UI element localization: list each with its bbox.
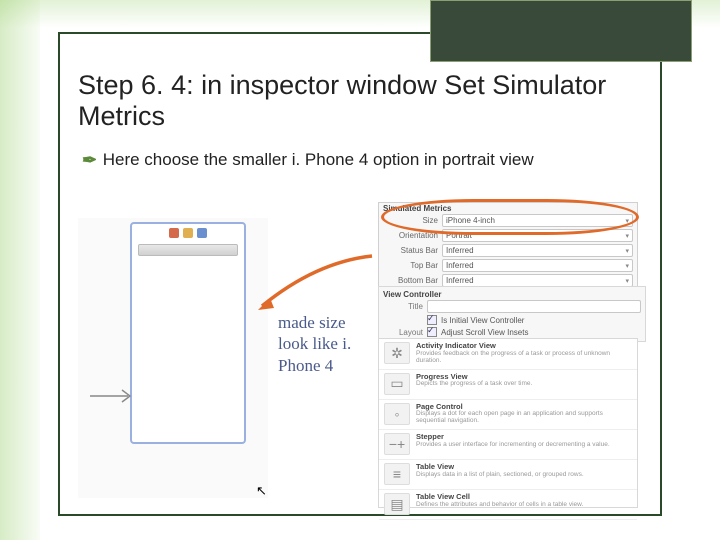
inspector-panel: Simulated Metrics Size iPhone 4-inch▾ Or…: [378, 200, 638, 505]
metric-row-size: Size iPhone 4-inch▾: [379, 213, 637, 228]
library-item[interactable]: ▭ Progress ViewDepicts the progress of a …: [379, 370, 637, 400]
vc-layout-row: Layout Adjust Scroll View Insets: [383, 326, 641, 338]
chevron-down-icon: ▾: [625, 217, 629, 225]
chevron-down-icon: ▾: [625, 247, 629, 255]
object-library: ✲ Activity Indicator ViewProvides feedbac…: [378, 338, 638, 508]
vc-title-row: Title: [383, 299, 641, 314]
bullet-text: Here choose the smaller i. Phone 4 optio…: [103, 150, 534, 169]
chevron-down-icon: ▾: [625, 232, 629, 240]
library-item[interactable]: ≡ Table ViewDisplays data in a list of pl…: [379, 460, 637, 490]
library-item-icon: −+: [384, 433, 410, 455]
library-item[interactable]: −+ StepperProvides a user interface for i…: [379, 430, 637, 460]
library-item[interactable]: ✲ Activity Indicator ViewProvides feedbac…: [379, 339, 637, 370]
simulated-metrics-section: Simulated Metrics Size iPhone 4-inch▾ Or…: [378, 202, 638, 289]
embedded-screenshot: made size look like i. Phone 4 Simulated…: [78, 200, 638, 505]
scene-icons: [169, 228, 207, 238]
library-item-icon: ▤: [384, 493, 410, 515]
section-header: Simulated Metrics: [383, 204, 633, 213]
chevron-down-icon: ▾: [625, 262, 629, 270]
size-dropdown[interactable]: iPhone 4-inch▾: [442, 214, 633, 227]
slide-header-shape: [430, 0, 692, 62]
adjust-insets-checkbox[interactable]: [427, 327, 437, 337]
nav-bar: [138, 244, 238, 256]
annotation-caption: made size look like i. Phone 4: [278, 312, 358, 376]
statusbar-dropdown[interactable]: Inferred▾: [442, 244, 633, 257]
bullet-item: ✒ Here choose the smaller i. Phone 4 opt…: [82, 150, 642, 171]
library-item-icon: ◦: [384, 403, 410, 425]
first-responder-icon: [183, 228, 193, 238]
vc-title-field[interactable]: [427, 300, 641, 313]
chevron-down-icon: ▾: [625, 277, 629, 285]
vc-initial-row: Is Initial View Controller: [383, 314, 641, 326]
slide-title: Step 6. 4: in inspector window Set Simul…: [78, 70, 618, 132]
leaf-bullet-icon: ✒: [82, 150, 98, 171]
topbar-dropdown[interactable]: Inferred▾: [442, 259, 633, 272]
library-item[interactable]: ◦ Page ControlDisplays a dot for each ope…: [379, 400, 637, 431]
view-controller-icon: [169, 228, 179, 238]
metric-row-topbar: Top Bar Inferred▾: [379, 258, 637, 273]
orientation-dropdown[interactable]: Portrait▾: [442, 229, 633, 242]
library-item-icon: ✲: [384, 342, 410, 364]
annotation-arrow-icon: [256, 252, 376, 312]
initial-vc-checkbox[interactable]: [427, 315, 437, 325]
phone-outline: [130, 222, 246, 444]
library-item[interactable]: ▤ Table View CellDefines the attributes a…: [379, 490, 637, 520]
library-item-text: Page ControlDisplays a dot for each open…: [416, 403, 632, 426]
metric-row-statusbar: Status Bar Inferred▾: [379, 243, 637, 258]
exit-icon: [197, 228, 207, 238]
entry-arrow-icon: [88, 386, 138, 406]
mouse-cursor-icon: ↖: [256, 483, 267, 499]
canvas-panel: [78, 218, 268, 498]
library-item-text: Activity Indicator ViewProvides feedback…: [416, 342, 632, 365]
library-item-icon: ▭: [384, 373, 410, 395]
library-item-icon: ≡: [384, 463, 410, 485]
view-controller-section: View Controller Title Is Initial View Co…: [378, 286, 646, 342]
section-header: View Controller: [383, 290, 641, 299]
library-item-text: Table ViewDisplays data in a list of pla…: [416, 463, 632, 485]
metric-row-orientation: Orientation Portrait▾: [379, 228, 637, 243]
library-item-text: StepperProvides a user interface for inc…: [416, 433, 632, 455]
slide-bg-left: [0, 0, 40, 540]
library-item-text: Progress ViewDepicts the progress of a t…: [416, 373, 632, 395]
library-item-text: Table View CellDefines the attributes an…: [416, 493, 632, 515]
